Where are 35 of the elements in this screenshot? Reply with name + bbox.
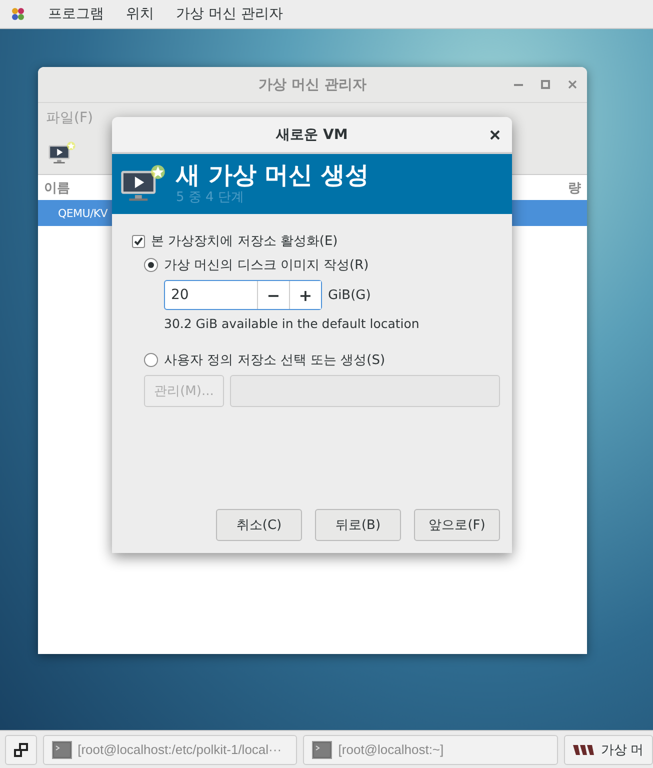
window-title: 가상 머신 관리자 <box>258 76 366 94</box>
vm-logo-icon <box>573 744 595 754</box>
column-header: 이름 <box>44 180 70 196</box>
increment-button[interactable]: + <box>289 281 321 309</box>
column-header: 량 <box>568 180 581 196</box>
windows-icon <box>12 742 29 758</box>
size-spin-field[interactable]: 20 − + <box>164 280 322 310</box>
banner-title: 새 가상 머신 생성 <box>176 162 370 188</box>
available-space-text: 30.2 GiB available in the default location <box>163 316 420 331</box>
checkbox-label: 본 가상장치에 저장소 활성화(E) <box>151 233 338 250</box>
dialog-button[interactable]: 뒤로(B) <box>315 509 401 541</box>
top-menu-item[interactable]: 가상 머신 관리자 <box>176 5 283 23</box>
step-label: 5 중 4 단계 <box>176 189 245 206</box>
radio-button[interactable] <box>144 353 158 367</box>
radio-button[interactable] <box>144 258 158 272</box>
unit-label: GiB(G) <box>328 288 371 302</box>
minimize-icon[interactable] <box>514 84 523 86</box>
dialog-title: 새로운 VM <box>276 126 348 144</box>
checkbox[interactable] <box>132 234 145 248</box>
monitor-play-icon <box>120 164 166 204</box>
storage-path-field[interactable] <box>230 375 500 407</box>
maximize-icon[interactable] <box>541 80 550 89</box>
dialog-button[interactable]: 앞으로(F) <box>414 509 500 541</box>
top-menu-item[interactable]: 위치 <box>126 5 154 23</box>
dialog-button[interactable]: 취소(C) <box>216 509 302 541</box>
workspace-switcher-button[interactable] <box>5 734 37 764</box>
terminal-icon <box>312 740 332 758</box>
close-icon[interactable] <box>490 130 500 140</box>
app-menu-icon[interactable] <box>10 6 26 22</box>
radio-label: 가상 머신의 디스크 이미지 작성(R) <box>164 257 369 274</box>
monitor-play-icon <box>48 141 76 165</box>
top-menu-item[interactable]: 프로그램 <box>48 5 104 23</box>
taskbar-window-button[interactable]: 가상 머 <box>564 734 653 764</box>
radio-label: 사용자 정의 저장소 선택 또는 생성(S) <box>164 352 386 369</box>
terminal-icon <box>52 740 72 758</box>
